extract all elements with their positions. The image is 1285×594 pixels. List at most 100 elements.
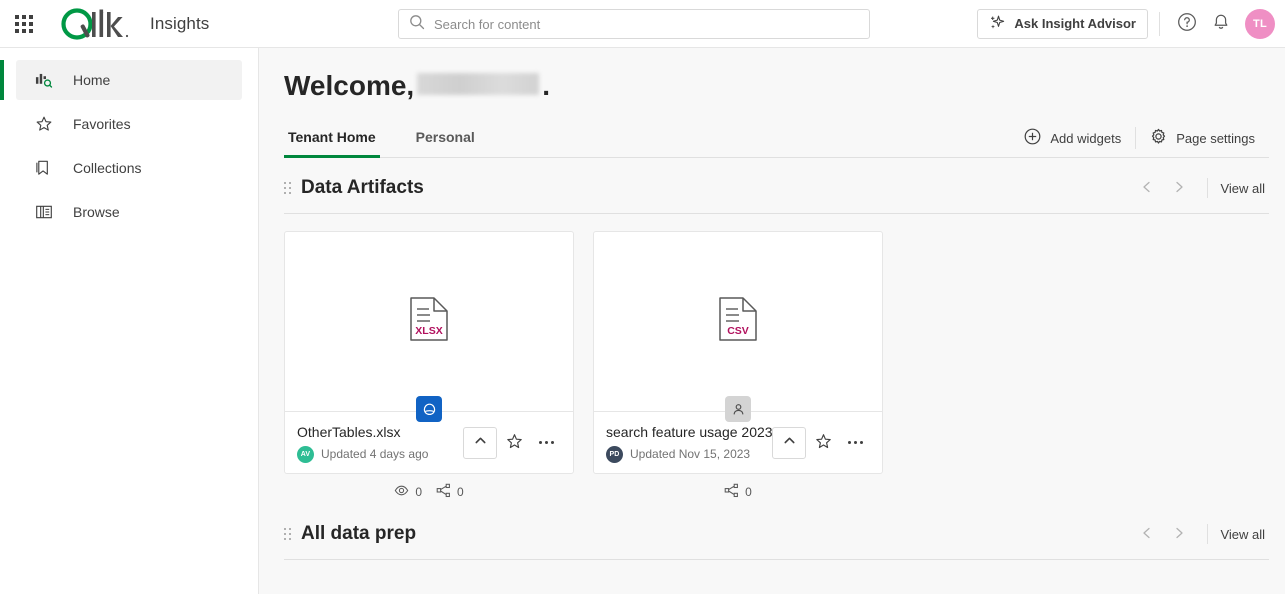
stat-views: 0 bbox=[394, 483, 422, 501]
page-settings-button[interactable]: Page settings bbox=[1136, 128, 1269, 148]
card-title: search feature usage 2023.csv bbox=[606, 423, 772, 440]
help-circle-icon bbox=[1177, 12, 1197, 35]
sidebar-item-browse[interactable]: Browse bbox=[16, 192, 242, 232]
card-actions bbox=[772, 426, 870, 459]
share-icon bbox=[436, 483, 451, 501]
card-footer: search feature usage 2023.csv PD Updated… bbox=[594, 396, 882, 473]
search-input[interactable] bbox=[434, 16, 859, 32]
search-icon bbox=[409, 14, 425, 35]
toolbar-divider bbox=[1159, 11, 1160, 36]
shared-space-icon[interactable] bbox=[416, 396, 442, 422]
content-card[interactable]: CSV search feature usage 2023 PD Updated… bbox=[593, 231, 883, 474]
card-expand-button[interactable] bbox=[772, 426, 806, 459]
notifications-button[interactable] bbox=[1205, 8, 1237, 40]
card-favorite-button[interactable] bbox=[808, 428, 838, 458]
card-stats: 0 bbox=[284, 474, 574, 504]
card-container: XLSX OtherTables.xlsx AV Updated 4 days … bbox=[284, 231, 574, 504]
card-meta: search feature usage 2023.csv PD Updated… bbox=[606, 423, 772, 463]
stat-shares: 0 bbox=[436, 483, 464, 501]
sidebar-item-label: Collections bbox=[73, 160, 142, 176]
bell-icon bbox=[1211, 12, 1231, 35]
sidebar-item-favorites[interactable]: Favorites bbox=[16, 104, 242, 144]
svg-text:XLSX: XLSX bbox=[415, 325, 442, 337]
ask-insight-advisor-button[interactable]: Ask Insight Advisor bbox=[977, 8, 1148, 39]
chevron-left-icon bbox=[1140, 526, 1154, 543]
product-name: Insights bbox=[150, 13, 210, 33]
card-title: OtherTables.xlsx bbox=[297, 423, 401, 440]
bookmark-icon bbox=[35, 159, 53, 177]
stat-value: 0 bbox=[457, 485, 464, 499]
add-widgets-button[interactable]: Add widgets bbox=[1010, 128, 1135, 148]
section-nav-divider bbox=[1207, 178, 1209, 198]
add-widgets-label: Add widgets bbox=[1050, 130, 1122, 146]
tab-personal[interactable]: Personal bbox=[412, 129, 479, 158]
stat-value: 0 bbox=[415, 485, 422, 499]
page-title: Welcome, . bbox=[284, 48, 1269, 108]
section-data-artifacts: Data Artifacts View all XLSX OtherTables… bbox=[284, 158, 1269, 504]
user-avatar-initials: TL bbox=[1252, 17, 1268, 30]
section-header: All data prep View all bbox=[284, 520, 1269, 560]
card-footer: OtherTables.xlsx AV Updated 4 days ago bbox=[285, 396, 573, 473]
card-thumbnail: XLSX bbox=[285, 232, 573, 411]
sidebar: Home Favorites Collections Browse bbox=[0, 48, 259, 594]
ask-insight-advisor-label: Ask Insight Advisor bbox=[1014, 16, 1136, 31]
main-content: Welcome, . Tenant Home Personal Add widg… bbox=[259, 48, 1285, 594]
search-container bbox=[398, 9, 870, 39]
drag-handle-icon[interactable] bbox=[284, 182, 291, 194]
welcome-prefix: Welcome, bbox=[284, 70, 415, 101]
star-icon bbox=[506, 433, 523, 453]
sidebar-item-collections[interactable]: Collections bbox=[16, 148, 242, 188]
content-card[interactable]: XLSX OtherTables.xlsx AV Updated 4 days … bbox=[284, 231, 574, 474]
stat-value: 0 bbox=[745, 485, 752, 499]
browse-icon bbox=[35, 203, 53, 221]
card-favorite-button[interactable] bbox=[499, 428, 529, 458]
home-insight-icon bbox=[35, 71, 53, 89]
card-thumbnail: CSV bbox=[594, 232, 882, 411]
carousel-prev-button[interactable] bbox=[1131, 174, 1163, 202]
chevron-left-icon bbox=[1140, 180, 1154, 197]
more-horizontal-icon bbox=[847, 441, 863, 444]
carousel-next-button[interactable] bbox=[1163, 520, 1195, 548]
gear-icon bbox=[1150, 128, 1167, 148]
card-expand-button[interactable] bbox=[463, 426, 497, 459]
star-icon bbox=[35, 115, 53, 133]
sidebar-item-label: Browse bbox=[73, 204, 120, 220]
card-more-menu-button[interactable] bbox=[840, 428, 870, 458]
card-stats: 0 bbox=[593, 474, 883, 504]
sidebar-item-label: Favorites bbox=[73, 116, 131, 132]
page-action-bar: Add widgets Page settings bbox=[1010, 127, 1269, 157]
more-horizontal-icon bbox=[538, 441, 554, 444]
card-meta: OtherTables.xlsx AV Updated 4 days ago bbox=[297, 423, 463, 463]
sidebar-item-home[interactable]: Home bbox=[0, 60, 242, 100]
tab-bar: Tenant Home Personal Add widgets Page se… bbox=[284, 116, 1269, 158]
personal-space-icon[interactable] bbox=[725, 396, 751, 422]
share-icon bbox=[724, 483, 739, 501]
plus-circle-icon bbox=[1024, 128, 1041, 148]
view-all-link[interactable]: View all bbox=[1220, 181, 1269, 196]
help-button[interactable] bbox=[1171, 8, 1203, 40]
carousel-next-button[interactable] bbox=[1163, 174, 1195, 202]
carousel-prev-button[interactable] bbox=[1131, 520, 1163, 548]
card-updated-text: Updated 4 days ago bbox=[321, 447, 429, 461]
card-more-menu-button[interactable] bbox=[531, 428, 561, 458]
search-box[interactable] bbox=[398, 9, 870, 39]
xlsx-file-icon: XLSX bbox=[409, 296, 449, 347]
tab-tenant-home[interactable]: Tenant Home bbox=[284, 129, 380, 158]
drag-handle-icon[interactable] bbox=[284, 528, 291, 540]
body: Home Favorites Collections Browse Welcom… bbox=[0, 48, 1285, 594]
app-launcher-button[interactable] bbox=[0, 0, 48, 48]
user-avatar[interactable]: TL bbox=[1245, 8, 1275, 39]
top-bar: Insights Ask Insight Advisor bbox=[0, 0, 1285, 48]
card-subtitle: AV Updated 4 days ago bbox=[297, 445, 463, 463]
svg-text:CSV: CSV bbox=[727, 325, 749, 337]
redacted-user-name bbox=[417, 73, 540, 95]
brand[interactable]: Insights bbox=[58, 7, 209, 41]
section-title: Data Artifacts bbox=[301, 177, 424, 198]
sparkle-icon bbox=[989, 14, 1006, 34]
view-all-link[interactable]: View all bbox=[1220, 527, 1269, 542]
card-container: CSV search feature usage 2023 PD Updated… bbox=[593, 231, 883, 504]
card-updated-text: Updated Nov 15, 2023 bbox=[630, 447, 751, 461]
star-icon bbox=[815, 433, 832, 453]
eye-icon bbox=[394, 483, 409, 501]
card-subtitle: PD Updated Nov 15, 2023 bbox=[606, 445, 772, 463]
